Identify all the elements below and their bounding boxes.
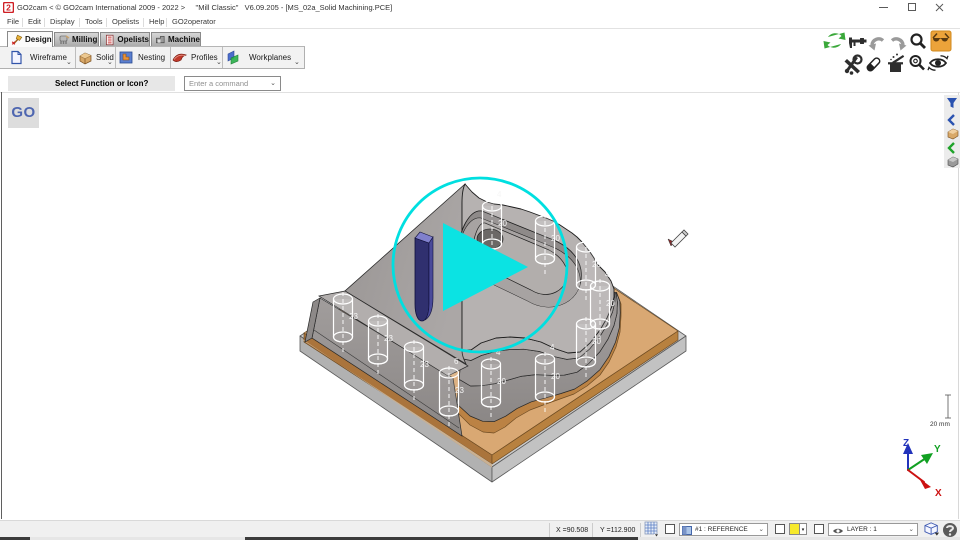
svg-text:20: 20 <box>592 260 601 269</box>
svg-text:X: X <box>935 488 942 499</box>
svg-text:4: 4 <box>605 270 610 279</box>
svg-text:6: 6 <box>454 357 459 366</box>
svg-text:20: 20 <box>606 299 615 308</box>
svg-text:20: 20 <box>498 219 507 228</box>
svg-text:23: 23 <box>384 334 393 343</box>
svg-text:20: 20 <box>551 372 560 381</box>
svg-text:4: 4 <box>497 190 502 199</box>
svg-text:23: 23 <box>420 360 429 369</box>
svg-text:23: 23 <box>349 312 358 321</box>
svg-text:4: 4 <box>550 343 555 352</box>
svg-text:23: 23 <box>455 386 464 395</box>
svg-text:Z: Z <box>903 438 909 449</box>
svg-text:20: 20 <box>592 337 601 346</box>
svg-text:Y: Y <box>934 444 941 455</box>
svg-text:20 mm: 20 mm <box>930 421 950 428</box>
svg-text:20: 20 <box>497 377 506 386</box>
svg-text:20: 20 <box>551 234 560 243</box>
